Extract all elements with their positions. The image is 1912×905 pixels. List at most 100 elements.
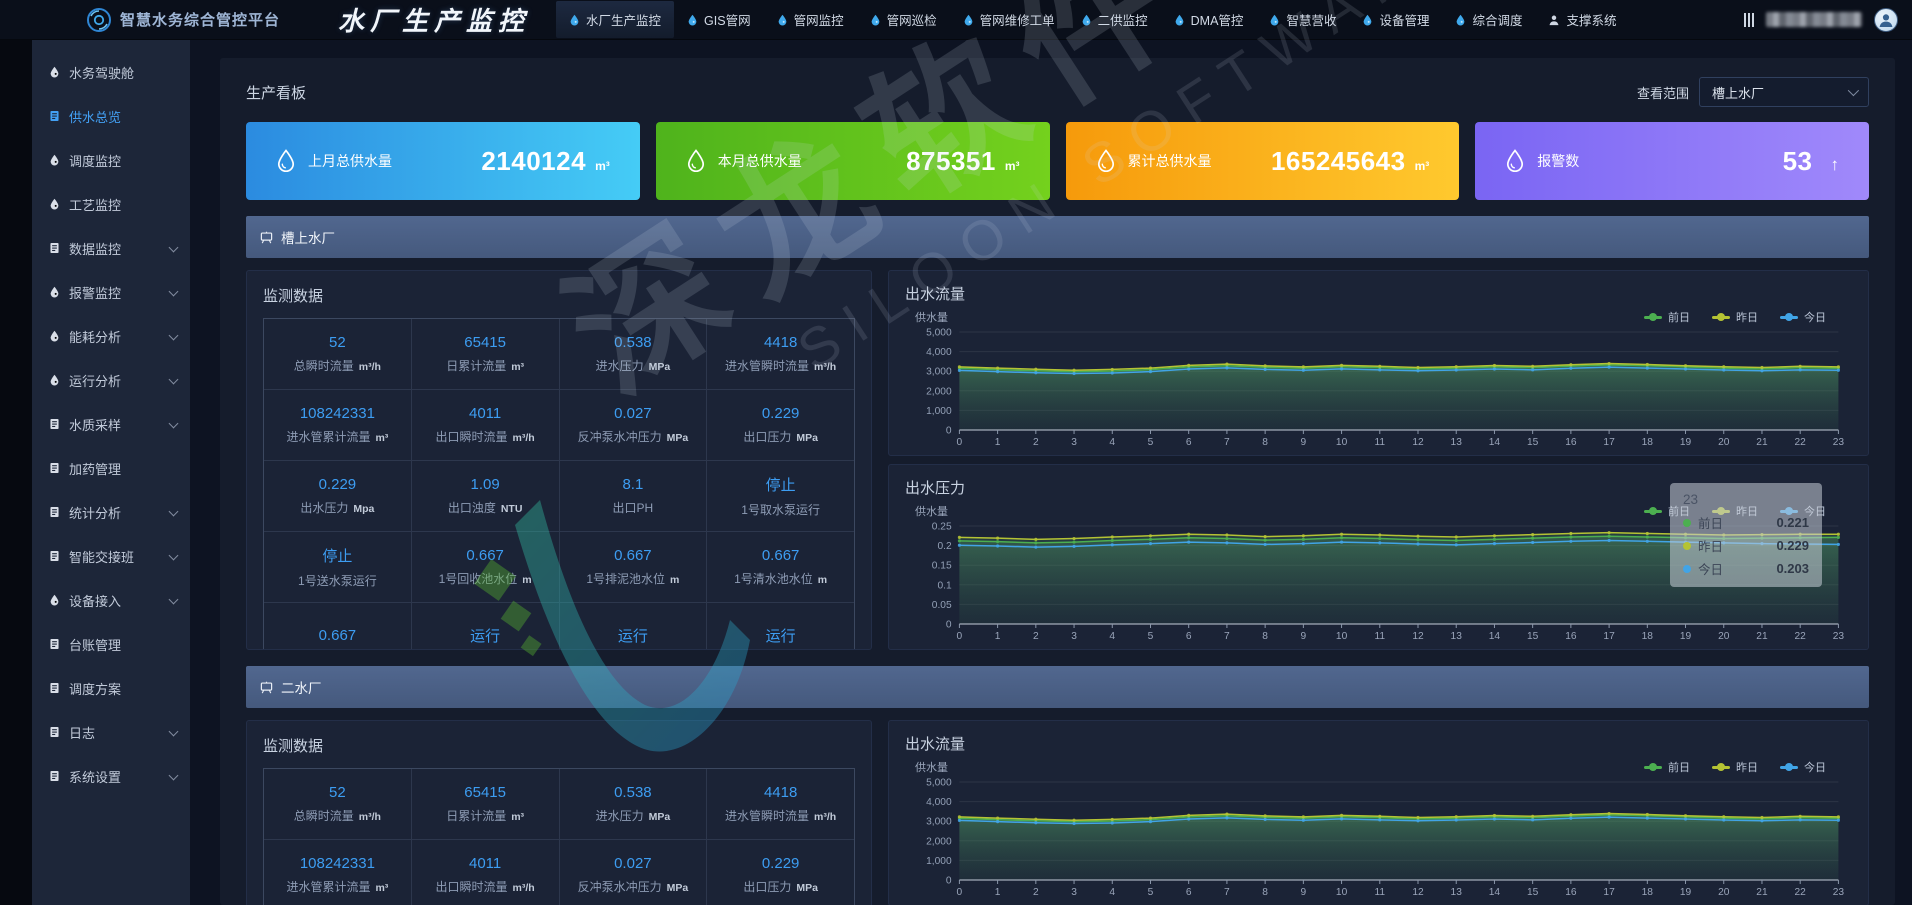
monitor-cell-value: 4011	[469, 405, 501, 422]
svg-text:8: 8	[1262, 887, 1268, 898]
monitor-cell-value: 0.538	[614, 784, 652, 801]
svg-text:1: 1	[995, 887, 1001, 898]
monitor-cell: 0.027 反冲泵水冲压力MPa	[560, 840, 707, 905]
plant-section-title: 二水厂	[281, 677, 322, 697]
menu-bars-icon[interactable]	[1744, 13, 1754, 27]
legend-item[interactable]: 今日	[1780, 309, 1826, 325]
legend-item[interactable]: 今日	[1780, 759, 1826, 775]
svg-text:20: 20	[1718, 437, 1730, 448]
monitor-cell-unit: NTU	[501, 503, 523, 515]
top-navigation: 水厂生产监控 GIS管网 管网监控 管网巡检 管网维修工单 二供监控	[556, 1, 1744, 38]
legend-marker	[1644, 316, 1662, 319]
monitor-data-title: 监测数据	[263, 285, 855, 306]
stat-card-value: 2140124	[481, 146, 586, 177]
monitor-data-panel: 监测数据 52 总瞬时流量m³/h 65415 日累计流量m³ 0.538 进水…	[246, 720, 872, 905]
sidebar-item[interactable]: 水质采样	[32, 402, 190, 446]
sidebar-item-label: 加药管理	[69, 459, 121, 478]
topnav-item[interactable]: 智慧营收	[1256, 1, 1349, 38]
monitor-cell-value: 108242331	[300, 855, 375, 872]
svg-text:8: 8	[1262, 437, 1268, 448]
sidebar-item[interactable]: 加药管理	[32, 446, 190, 490]
svg-text:6: 6	[1186, 437, 1192, 448]
topnav-item[interactable]: GIS管网	[674, 1, 764, 38]
user-avatar[interactable]	[1874, 8, 1898, 32]
svg-text:2: 2	[1033, 631, 1039, 642]
svg-text:18: 18	[1642, 887, 1654, 898]
legend-item[interactable]: 前日	[1644, 309, 1690, 325]
sidebar-item[interactable]: 统计分析	[32, 490, 190, 534]
svg-text:0.2: 0.2	[937, 541, 951, 552]
water-drop-icon	[1455, 14, 1466, 26]
svg-text:0: 0	[957, 437, 963, 448]
svg-text:3: 3	[1071, 437, 1077, 448]
svg-text:20: 20	[1718, 887, 1730, 898]
sidebar-item[interactable]: 智能交接班	[32, 534, 190, 578]
monitor-cell: 0.667	[264, 603, 411, 650]
monitor-cell-value: 0.538	[614, 334, 652, 351]
sidebar-item[interactable]: 工艺监控	[32, 182, 190, 226]
monitor-cell-unit: MPa	[649, 361, 671, 373]
chevron-down-icon	[169, 507, 179, 517]
svg-text:5: 5	[1148, 887, 1154, 898]
tooltip-series-name: 前日	[1698, 513, 1723, 532]
svg-text:16: 16	[1565, 887, 1577, 898]
sidebar-item[interactable]: 能耗分析	[32, 314, 190, 358]
sidebar-item[interactable]: 供水总览	[32, 94, 190, 138]
monitor-cell: 52 总瞬时流量m³/h	[264, 769, 411, 839]
topnav-item[interactable]: 管网巡检	[857, 1, 950, 38]
svg-text:14: 14	[1489, 631, 1501, 642]
water-drop-icon	[870, 14, 881, 26]
sidebar-item[interactable]: 设备接入	[32, 578, 190, 622]
svg-text:0.05: 0.05	[932, 600, 952, 611]
water-drop-icon	[687, 14, 698, 26]
sidebar-item[interactable]: 调度监控	[32, 138, 190, 182]
svg-text:5: 5	[1148, 631, 1154, 642]
svg-text:17: 17	[1603, 887, 1615, 898]
legend-item[interactable]: 昨日	[1712, 309, 1758, 325]
topnav-item[interactable]: 综合调度	[1442, 1, 1535, 38]
sidebar-item[interactable]: 台账管理	[32, 622, 190, 666]
svg-text:13: 13	[1451, 631, 1463, 642]
sidebar-item[interactable]: 运行分析	[32, 358, 190, 402]
sidebar-item[interactable]: 日志	[32, 710, 190, 754]
scope-select[interactable]: 槽上水厂	[1699, 77, 1869, 107]
monitor-cell-unit: MPa	[796, 882, 818, 894]
sidebar-item[interactable]: 水务驾驶舱	[32, 50, 190, 94]
svg-text:6: 6	[1186, 887, 1192, 898]
svg-text:17: 17	[1603, 437, 1615, 448]
topnav-item[interactable]: DMA管控	[1161, 1, 1257, 38]
topnav-item[interactable]: 二供监控	[1068, 1, 1161, 38]
monitor-cell-value: 运行	[470, 625, 500, 646]
svg-text:12: 12	[1412, 437, 1424, 448]
topnav-item-label: 水厂生产监控	[586, 10, 661, 29]
monitor-data-grid: 52 总瞬时流量m³/h 65415 日累计流量m³ 0.538 进水压力MPa…	[263, 318, 855, 650]
sidebar-item[interactable]: 报警监控	[32, 270, 190, 314]
topnav-item-label: 设备管理	[1379, 10, 1429, 29]
monitor-cell-label: 1号清水池水位	[734, 570, 813, 587]
monitor-cell-value: 65415	[464, 334, 506, 351]
topnav-item[interactable]: 管网监控	[764, 1, 857, 38]
topnav-item[interactable]: 支撑系统	[1535, 1, 1629, 38]
monitor-cell-value: 0.027	[614, 855, 652, 872]
left-edge-strip	[0, 40, 32, 905]
monitor-cell-value: 4011	[469, 855, 501, 872]
legend-item[interactable]: 昨日	[1712, 759, 1758, 775]
topnav-item[interactable]: 管网维修工单	[950, 1, 1068, 38]
topnav-item[interactable]: 设备管理	[1349, 1, 1442, 38]
sidebar-item[interactable]: 系统设置	[32, 754, 190, 798]
legend-item[interactable]: 前日	[1644, 759, 1690, 775]
monitor-cell-label: 总瞬时流量	[294, 807, 354, 824]
chart-panel: 出水压力 供水量 前日昨日今日 00.050.10.150.20.2501234…	[888, 464, 1869, 650]
monitor-cell-label: 出口压力	[743, 428, 791, 445]
tooltip-series-value: 0.203	[1776, 561, 1809, 576]
monitor-cell-label: 出口瞬时流量	[436, 428, 508, 445]
monitor-cell: 4011 出口瞬时流量m³/h	[412, 390, 559, 460]
sidebar-item[interactable]: 数据监控	[32, 226, 190, 270]
sidebar-item[interactable]: 调度方案	[32, 666, 190, 710]
chevron-down-icon	[169, 375, 179, 385]
username-redacted[interactable]	[1766, 12, 1862, 27]
topnav-item[interactable]: 水厂生产监控	[556, 1, 674, 38]
svg-text:2,000: 2,000	[926, 836, 952, 847]
monitor-cell: 0.667 1号清水池水位m	[707, 532, 854, 602]
svg-text:19: 19	[1680, 437, 1692, 448]
